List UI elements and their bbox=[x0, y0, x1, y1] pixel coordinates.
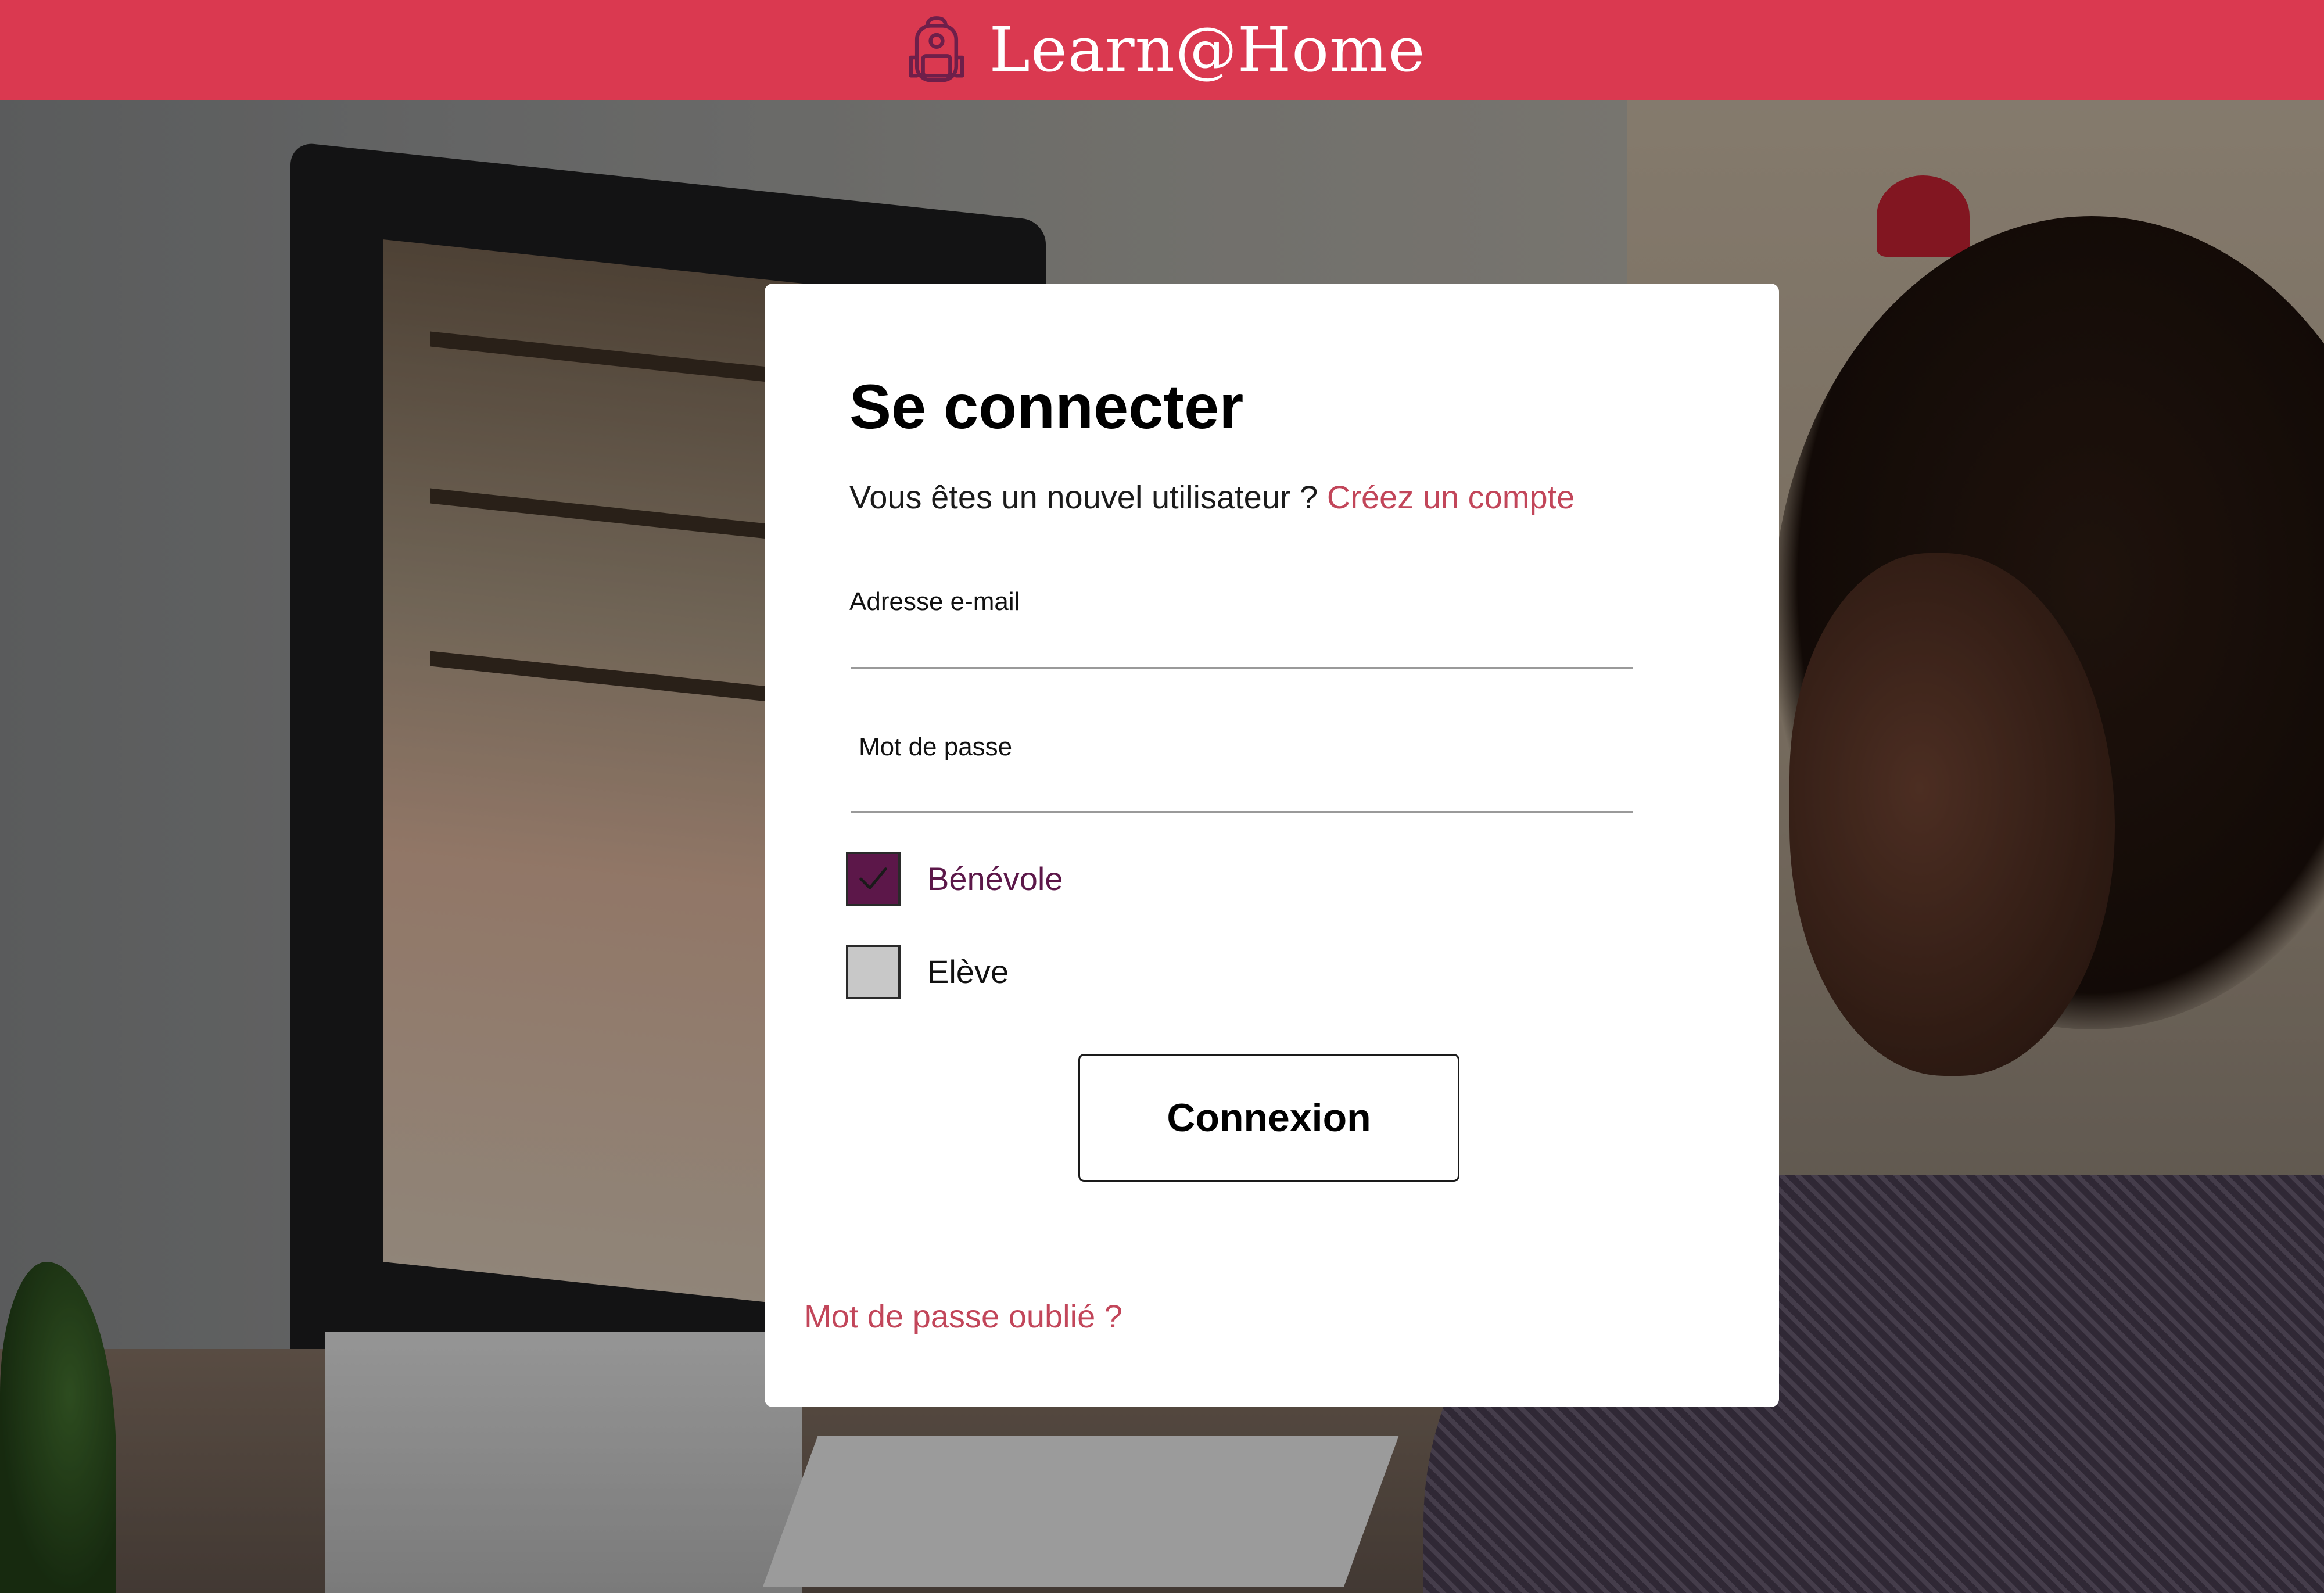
eleve-label[interactable]: Elève bbox=[927, 956, 1009, 988]
benevole-checkbox[interactable] bbox=[846, 852, 901, 906]
email-field[interactable] bbox=[851, 620, 1633, 669]
brand[interactable]: Learn@Home bbox=[899, 12, 1426, 88]
new-user-prompt-text: Vous êtes un nouvel utilisateur ? bbox=[849, 479, 1318, 515]
login-button[interactable]: Connexion bbox=[1078, 1054, 1459, 1182]
page-title: Se connecter bbox=[849, 371, 1244, 442]
login-card: Se connecter Vous êtes un nouvel utilisa… bbox=[765, 284, 1779, 1407]
checkmark-icon bbox=[859, 867, 887, 889]
forgot-password-link[interactable]: Mot de passe oublié ? bbox=[804, 1300, 1122, 1333]
create-account-link[interactable]: Créez un compte bbox=[1327, 479, 1575, 515]
benevole-label[interactable]: Bénévole bbox=[927, 863, 1063, 895]
role-option-eleve[interactable]: Elève bbox=[846, 945, 1009, 999]
backpack-icon bbox=[899, 12, 974, 88]
new-user-prompt: Vous êtes un nouvel utilisateur ? Créez … bbox=[849, 481, 1575, 514]
top-bar: Learn@Home bbox=[0, 0, 2324, 100]
role-option-benevole[interactable]: Bénévole bbox=[846, 852, 1063, 906]
eleve-checkbox[interactable] bbox=[846, 945, 901, 999]
email-label: Adresse e-mail bbox=[849, 587, 1020, 616]
password-field[interactable] bbox=[851, 765, 1633, 813]
password-label: Mot de passe bbox=[859, 733, 1013, 761]
brand-name: Learn@Home bbox=[989, 14, 1426, 85]
